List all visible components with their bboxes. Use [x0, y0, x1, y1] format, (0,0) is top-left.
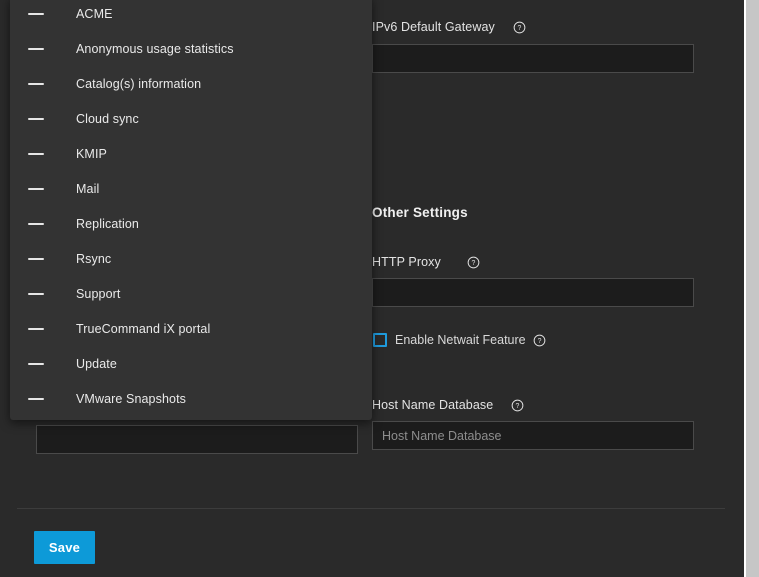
save-button[interactable]: Save: [34, 531, 95, 564]
host-name-database-label: Host Name Database: [372, 398, 493, 412]
help-circle-icon[interactable]: ?: [533, 334, 546, 347]
dropdown-item[interactable]: ACME: [10, 0, 372, 31]
dropdown-item[interactable]: KMIP: [10, 136, 372, 171]
enable-netwait-checkbox-row[interactable]: Enable Netwait Feature ?: [373, 333, 546, 347]
ipv6-gateway-input[interactable]: [372, 44, 694, 73]
dash-icon: [28, 48, 44, 50]
svg-text:?: ?: [537, 338, 541, 345]
dropdown-item-label: Update: [76, 357, 117, 371]
left-hidden-input[interactable]: [36, 425, 358, 454]
other-settings-heading: Other Settings: [372, 205, 468, 220]
dropdown-item[interactable]: Mail: [10, 171, 372, 206]
dropdown-item[interactable]: Support: [10, 276, 372, 311]
dropdown-item[interactable]: Cloud sync: [10, 101, 372, 136]
dropdown-item-label: Anonymous usage statistics: [76, 42, 234, 56]
dropdown-item-label: Rsync: [76, 252, 111, 266]
dash-icon: [28, 293, 44, 295]
svg-text:?: ?: [517, 25, 521, 32]
dropdown-item-label: VMware Snapshots: [76, 392, 186, 406]
help-circle-icon[interactable]: ?: [513, 21, 526, 34]
ipv6-gateway-label: IPv6 Default Gateway: [372, 20, 495, 34]
dash-icon: [28, 398, 44, 400]
dash-icon: [28, 83, 44, 85]
dropdown-item[interactable]: VMware Snapshots: [10, 381, 372, 416]
enable-netwait-label: Enable Netwait Feature: [395, 333, 526, 347]
dash-icon: [28, 328, 44, 330]
dropdown-item[interactable]: TrueCommand iX portal: [10, 311, 372, 346]
dash-icon: [28, 223, 44, 225]
dash-icon: [28, 118, 44, 120]
ipv6-gateway-label-row: IPv6 Default Gateway ?: [372, 20, 526, 34]
page-scrollbar[interactable]: [744, 0, 759, 577]
help-circle-icon[interactable]: ?: [511, 399, 524, 412]
host-name-database-label-row: Host Name Database ?: [372, 398, 524, 412]
svg-text:?: ?: [516, 403, 520, 410]
http-proxy-label: HTTP Proxy: [372, 255, 441, 269]
advanced-settings-dropdown[interactable]: ACME Anonymous usage statistics Catalog(…: [10, 0, 372, 420]
dropdown-item[interactable]: Update: [10, 346, 372, 381]
enable-netwait-checkbox[interactable]: [373, 333, 387, 347]
dropdown-item-label: ACME: [76, 7, 113, 21]
footer-divider: [17, 508, 725, 509]
dropdown-item[interactable]: Catalog(s) information: [10, 66, 372, 101]
dropdown-item-label: Mail: [76, 182, 99, 196]
dash-icon: [28, 153, 44, 155]
dash-icon: [28, 13, 44, 15]
svg-text:?: ?: [471, 260, 475, 267]
dropdown-item-label: Support: [76, 287, 120, 301]
dropdown-item-label: Replication: [76, 217, 139, 231]
host-name-database-input[interactable]: [372, 421, 694, 450]
dropdown-item[interactable]: Anonymous usage statistics: [10, 31, 372, 66]
dropdown-item-label: TrueCommand iX portal: [76, 322, 210, 336]
dropdown-item[interactable]: Rsync: [10, 241, 372, 276]
http-proxy-label-row: HTTP Proxy ?: [372, 255, 480, 269]
dropdown-item-label: Catalog(s) information: [76, 77, 201, 91]
dash-icon: [28, 363, 44, 365]
http-proxy-input[interactable]: [372, 278, 694, 307]
dropdown-item[interactable]: Replication: [10, 206, 372, 241]
dash-icon: [28, 258, 44, 260]
help-circle-icon[interactable]: ?: [467, 256, 480, 269]
dash-icon: [28, 188, 44, 190]
dropdown-item-label: KMIP: [76, 147, 107, 161]
dropdown-item-label: Cloud sync: [76, 112, 139, 126]
